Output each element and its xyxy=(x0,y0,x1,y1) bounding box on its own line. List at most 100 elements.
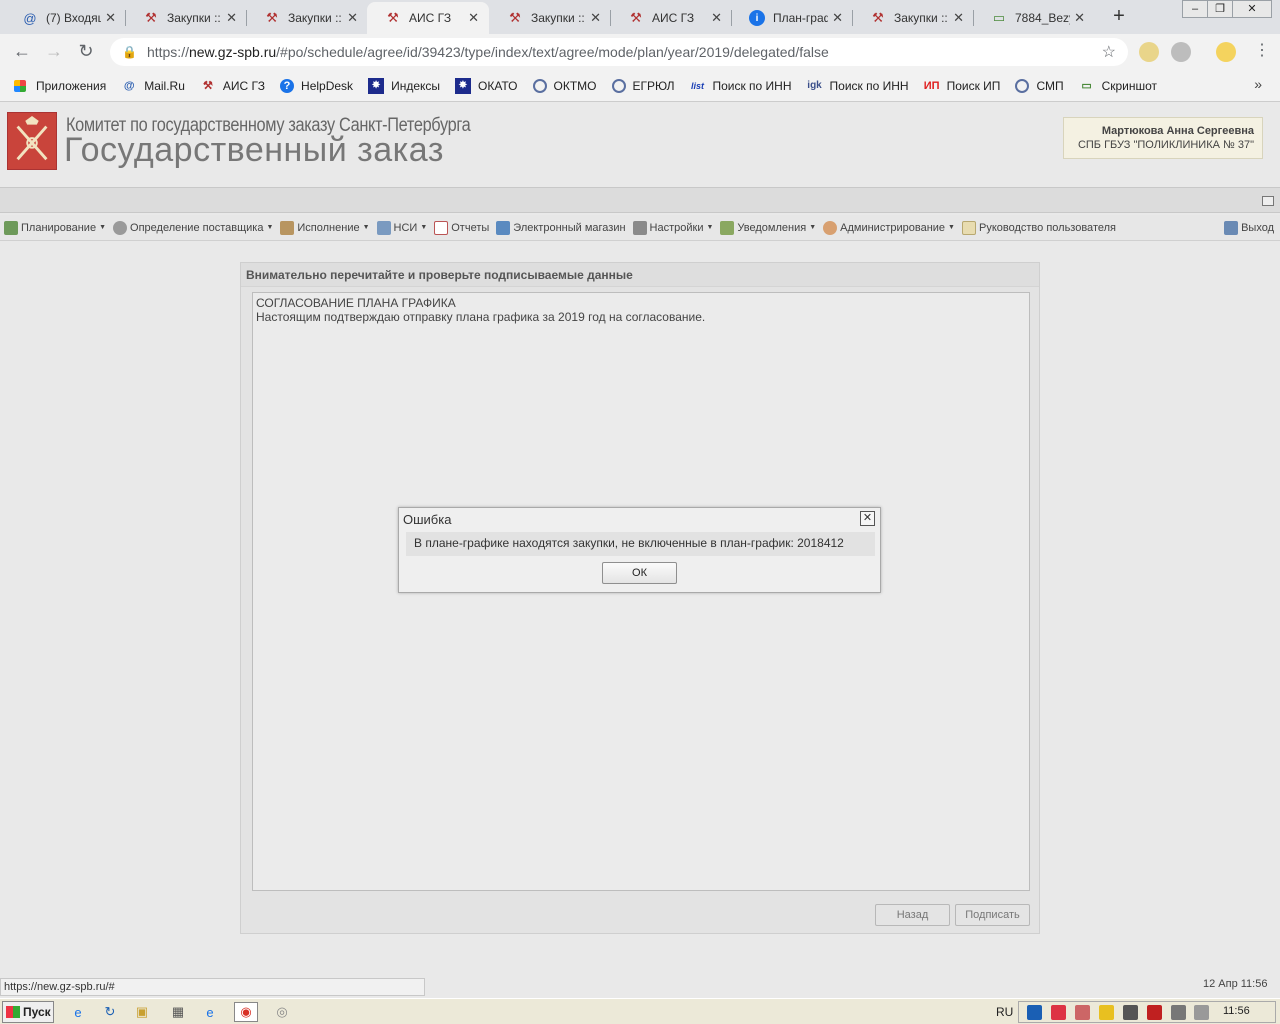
sign-button[interactable]: Подписать xyxy=(955,904,1030,926)
tab-zakupki-2[interactable]: ⚒ Закупки :: ✕ xyxy=(246,2,368,34)
bookmark-ais-gz[interactable]: ⚒ АИС ГЗ xyxy=(200,78,265,94)
tab-inbox[interactable]: @ (7) Входящ ✕ xyxy=(4,2,126,34)
bookmark-label: АИС ГЗ xyxy=(222,78,266,93)
extension-icon[interactable] xyxy=(1139,42,1159,62)
close-icon[interactable]: ✕ xyxy=(832,10,843,26)
tray-icon[interactable] xyxy=(1075,1005,1090,1020)
menu-notifications[interactable]: Уведомления ▼ xyxy=(720,220,816,235)
bookmarks-overflow-button[interactable]: » xyxy=(1254,76,1262,92)
menu-nsi[interactable]: НСИ ▼ xyxy=(376,220,427,235)
hammer-icon: ⚒ xyxy=(202,80,213,92)
bookmark-label: Поиск по ИНН xyxy=(829,78,909,93)
menu-admin[interactable]: Администрирование ▼ xyxy=(823,220,955,235)
folder-icon[interactable]: ▣ xyxy=(130,1002,154,1022)
tab-ais-gz-active[interactable]: ⚒ АИС ГЗ ✕ xyxy=(367,2,489,34)
bookmark-okato[interactable]: ✸ ОКАТО xyxy=(455,77,518,94)
ip-icon: ИП xyxy=(923,79,940,92)
tray-icon[interactable] xyxy=(1027,1005,1042,1020)
bookmark-listorg[interactable]: list Поиск по ИНН xyxy=(689,78,792,94)
close-icon[interactable]: ✕ xyxy=(860,511,875,526)
close-icon[interactable]: ✕ xyxy=(226,10,237,26)
chevron-down-icon: ▼ xyxy=(266,224,274,231)
chrome-icon[interactable]: ◉ xyxy=(234,1002,258,1022)
reload-icon[interactable]: ↻ xyxy=(74,40,98,64)
close-icon[interactable]: ✕ xyxy=(468,10,479,26)
close-icon[interactable]: ✕ xyxy=(953,10,964,26)
menu-label: Определение поставщика xyxy=(130,221,264,234)
notification-icon xyxy=(720,220,735,235)
tray-icon[interactable] xyxy=(1147,1005,1162,1020)
network-icon[interactable] xyxy=(1171,1005,1186,1020)
menu-supplier[interactable]: Определение поставщика ▼ xyxy=(113,220,274,235)
planning-icon xyxy=(4,220,18,235)
star-badge-icon: ✸ xyxy=(455,77,471,94)
bookmark-helpdesk[interactable]: ? HelpDesk xyxy=(280,78,353,93)
tray-icon[interactable] xyxy=(1123,1005,1138,1020)
sign-data-heading: СОГЛАСОВАНИЕ ПЛАНА ГРАФИКА xyxy=(256,296,456,310)
back-button[interactable]: Назад xyxy=(875,904,950,926)
bookmark-poisk-ip[interactable]: ИП Поиск ИП xyxy=(924,78,1001,94)
warning-icon[interactable] xyxy=(1099,1005,1114,1020)
menu-planning[interactable]: Планирование ▼ xyxy=(4,220,106,235)
tab-plan-grafik[interactable]: i План-граф ✕ xyxy=(731,2,853,34)
close-icon[interactable]: ✕ xyxy=(105,10,116,26)
refresh-app-icon[interactable]: ↻ xyxy=(98,1002,122,1022)
back-arrow-icon[interactable]: ← xyxy=(10,40,34,64)
tab-zakupki-3[interactable]: ⚒ Закупки :: ✕ xyxy=(489,2,611,34)
bookmark-mailru[interactable]: @ Mail.Ru xyxy=(121,78,185,94)
lock-icon[interactable]: 🔒 xyxy=(122,45,137,59)
bookmark-indexy[interactable]: ✸ Индексы xyxy=(368,77,440,94)
ok-button[interactable]: ОК xyxy=(602,562,677,584)
extension-icon[interactable] xyxy=(1171,42,1191,62)
logout-button[interactable]: Выход xyxy=(1224,221,1274,235)
bookmark-smp[interactable]: СМП xyxy=(1015,78,1064,93)
collapse-header-button[interactable] xyxy=(1262,196,1274,206)
menu-label: Исполнение xyxy=(297,221,360,234)
menu-user-guide[interactable]: Руководство пользователя xyxy=(961,220,1116,235)
tab-title: Закупки :: xyxy=(167,11,221,25)
minimize-button[interactable]: – xyxy=(1182,0,1208,18)
menu-execution[interactable]: Исполнение ▼ xyxy=(280,220,370,235)
tray-icon[interactable] xyxy=(1051,1005,1066,1020)
user-icon xyxy=(823,220,838,235)
menu-settings[interactable]: Настройки ▼ xyxy=(632,220,713,235)
menu-label: Планирование xyxy=(21,221,97,234)
address-bar[interactable]: 🔒 https://new.gz-spb.ru/#po/schedule/agr… xyxy=(110,38,1128,66)
bookmark-apps[interactable]: Приложения xyxy=(14,79,106,93)
windows-taskbar: Пуск e ↻ ▣ ▦ e ◉ ◎ RU 11:56 xyxy=(0,998,1280,1024)
browser-menu-icon[interactable]: ⋮ xyxy=(1250,40,1274,64)
close-icon[interactable]: ✕ xyxy=(711,10,722,26)
app-icon[interactable]: ▦ xyxy=(166,1002,190,1022)
bookmark-oktmo[interactable]: ОКТМО xyxy=(532,78,597,93)
tab-zakupki-4[interactable]: ⚒ Закупки :: ✕ xyxy=(852,2,974,34)
app-icon[interactable]: ◎ xyxy=(270,1002,294,1022)
volume-icon[interactable] xyxy=(1194,1005,1209,1020)
main-menu: Планирование ▼ Определение поставщика ▼ Ис… xyxy=(0,215,1280,241)
tab-zakupki-1[interactable]: ⚒ Закупки :: ✕ xyxy=(125,2,247,34)
menu-reports[interactable]: Отчеты xyxy=(434,220,489,235)
bookmark-star-icon[interactable]: ☆ xyxy=(1102,42,1116,62)
profile-avatar-icon[interactable] xyxy=(1216,42,1236,62)
hammer-icon: ⚒ xyxy=(387,10,399,25)
new-tab-button[interactable]: + xyxy=(1106,6,1132,28)
close-icon[interactable]: ✕ xyxy=(347,10,358,26)
close-icon[interactable]: ✕ xyxy=(1074,10,1085,26)
ie-icon[interactable]: e xyxy=(198,1002,222,1022)
hammer-icon: ⚒ xyxy=(266,10,278,25)
window-close-button[interactable]: ✕ xyxy=(1232,0,1272,18)
bookmark-screenshot[interactable]: ▭ Скриншот xyxy=(1079,78,1157,94)
report-icon xyxy=(434,220,449,235)
language-indicator[interactable]: RU xyxy=(996,1005,1013,1019)
tab-image[interactable]: ▭ 7884_Bezyı ✕ xyxy=(973,2,1095,34)
tab-ais-gz-2[interactable]: ⚒ АИС ГЗ ✕ xyxy=(610,2,732,34)
ie-icon[interactable]: e xyxy=(66,1002,90,1022)
restore-button[interactable]: ❐ xyxy=(1207,0,1233,18)
wrench-icon xyxy=(632,220,647,235)
bookmark-egrul[interactable]: ЕГРЮЛ xyxy=(611,78,674,93)
close-icon[interactable]: ✕ xyxy=(590,10,601,26)
forward-arrow-icon[interactable]: → xyxy=(42,40,66,64)
bookmark-igk[interactable]: igk Поиск по ИНН xyxy=(807,78,909,94)
header-band xyxy=(0,187,1280,213)
start-button[interactable]: Пуск xyxy=(2,1001,54,1023)
menu-e-shop[interactable]: Электронный магазин xyxy=(496,220,626,235)
